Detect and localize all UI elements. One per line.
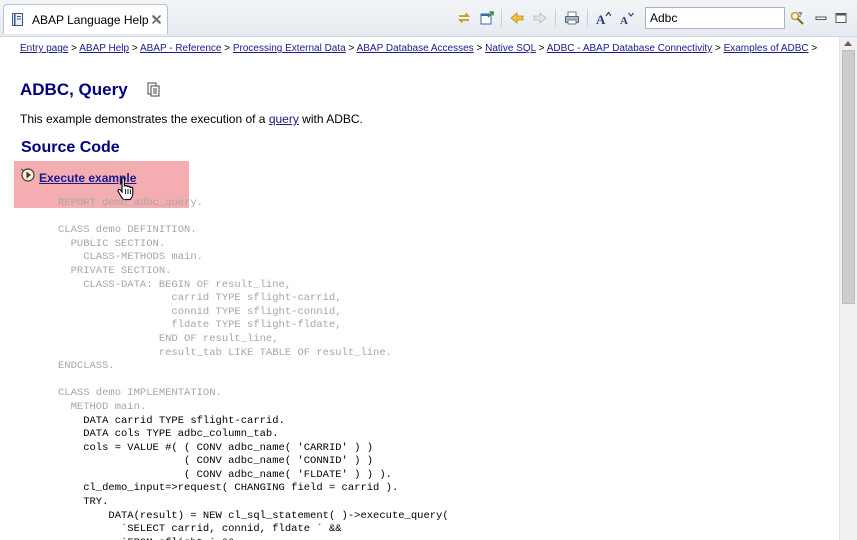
back-button[interactable] bbox=[507, 8, 527, 28]
search-options-icon: ? bbox=[790, 11, 804, 25]
breadcrumb-separator: > bbox=[131, 43, 138, 54]
breadcrumb-link[interactable]: ABAP Database Accesses bbox=[357, 43, 474, 54]
breadcrumb: Entry page > ABAP Help > ABAP - Referenc… bbox=[20, 42, 825, 56]
breadcrumb-separator: > bbox=[538, 43, 545, 54]
minimize-button[interactable] bbox=[811, 8, 831, 28]
breadcrumb-link[interactable]: ADBC - ABAP Database Connectivity bbox=[547, 43, 712, 54]
increase-font-button[interactable]: A bbox=[593, 8, 613, 28]
code-line: REPORT demo_adbc_query. bbox=[58, 197, 203, 209]
execute-icon[interactable] bbox=[20, 167, 36, 183]
increase-font-icon: A bbox=[596, 11, 611, 26]
code-line: PUBLIC SECTION. bbox=[58, 237, 166, 250]
scrollbar-thumb[interactable] bbox=[842, 50, 855, 304]
code-line: DATA cols TYPE adbc_column_tab. bbox=[58, 428, 279, 441]
query-link[interactable]: query bbox=[269, 112, 299, 126]
code-line: `SELECT carrid, connid, fldate ` && bbox=[58, 523, 342, 536]
breadcrumb-link[interactable]: Examples of ADBC bbox=[724, 43, 809, 54]
svg-text:A: A bbox=[596, 12, 606, 26]
code-line: CLASS-METHODS main. bbox=[58, 251, 203, 264]
svg-text:A: A bbox=[620, 15, 628, 26]
breadcrumb-link[interactable]: ABAP - Reference bbox=[140, 43, 222, 54]
toolbar-separator bbox=[555, 9, 556, 27]
decrease-font-icon: A bbox=[620, 12, 634, 26]
section-title-source-code: Source Code bbox=[21, 139, 120, 156]
help-book-icon bbox=[12, 13, 23, 26]
breadcrumb-separator: > bbox=[714, 43, 721, 54]
code-line: carrid TYPE sflight-carrid, bbox=[58, 292, 342, 305]
code-line: CLASS-DATA: BEGIN OF result_line, bbox=[58, 278, 292, 291]
code-line: result_tab LIKE TABLE OF result_line. bbox=[58, 346, 392, 359]
breadcrumb-separator: > bbox=[224, 43, 231, 54]
forward-button[interactable] bbox=[530, 8, 550, 28]
toolbar-separator bbox=[501, 9, 502, 27]
open-in-window-button[interactable] bbox=[477, 8, 497, 28]
minimize-icon bbox=[815, 16, 827, 20]
view-tab-abap-language-help[interactable]: ABAP Language Help bbox=[3, 4, 168, 34]
breadcrumb-separator: > bbox=[71, 43, 77, 54]
code-line: PRIVATE SECTION. bbox=[58, 264, 172, 277]
sync-toc-button[interactable] bbox=[454, 8, 474, 28]
decrease-font-button[interactable]: A bbox=[616, 8, 636, 28]
code-line: cols = VALUE #( ( CONV adbc_name( 'CARRI… bbox=[58, 441, 374, 454]
code-line: DATA(result) = NEW cl_sql_statement( )->… bbox=[58, 509, 449, 522]
code-line: ENDCLASS. bbox=[58, 360, 115, 373]
code-line: TRY. bbox=[58, 496, 109, 509]
vertical-scrollbar[interactable] bbox=[839, 37, 857, 540]
toolbar-separator bbox=[587, 9, 588, 27]
breadcrumb-link[interactable]: ABAP Help bbox=[79, 43, 129, 54]
code-line: CLASS demo IMPLEMENTATION. bbox=[58, 387, 222, 400]
print-icon bbox=[565, 11, 579, 25]
forward-icon bbox=[533, 12, 547, 24]
open-in-new-window-icon bbox=[480, 11, 494, 25]
print-button[interactable] bbox=[562, 8, 582, 28]
source-code-block: REPORT demo_adbc_query. CLASS demo DEFINI… bbox=[58, 197, 449, 540]
page-title: ADBC, Query bbox=[20, 80, 128, 99]
code-line: fldate TYPE sflight-fldate, bbox=[58, 319, 342, 332]
maximize-icon bbox=[835, 13, 847, 23]
code-line: DATA carrid TYPE sflight-carrid. bbox=[58, 414, 285, 427]
breadcrumb-link[interactable]: Entry page bbox=[20, 43, 68, 54]
intro-text: This example demonstrates the execution … bbox=[20, 112, 363, 126]
help-content: Entry page > ABAP Help > ABAP - Referenc… bbox=[0, 37, 839, 540]
view-toolbar: ABAP Language Help A A Adbc ? bbox=[0, 0, 857, 37]
code-line: ( CONV adbc_name( 'CONNID' ) ) bbox=[58, 455, 374, 468]
document-icon[interactable] bbox=[145, 81, 161, 97]
breadcrumb-link[interactable]: Processing External Data bbox=[233, 43, 346, 54]
code-line: ( CONV adbc_name( 'FLDATE' ) ) ). bbox=[58, 468, 392, 481]
search-input[interactable] bbox=[645, 7, 785, 29]
scroll-up-icon[interactable] bbox=[844, 41, 852, 46]
back-icon bbox=[510, 12, 524, 24]
svg-text:?: ? bbox=[798, 12, 802, 19]
code-line: connid TYPE sflight-connid, bbox=[58, 305, 342, 318]
code-line: CLASS demo DEFINITION. bbox=[58, 224, 197, 237]
breadcrumb-link[interactable]: Native SQL bbox=[485, 43, 536, 54]
close-icon[interactable] bbox=[151, 14, 162, 25]
code-line: END OF result_line, bbox=[58, 332, 279, 345]
breadcrumb-separator: > bbox=[476, 43, 483, 54]
view-tab-label: ABAP Language Help bbox=[32, 13, 149, 27]
breadcrumb-separator: > bbox=[348, 43, 355, 54]
breadcrumb-separator: > bbox=[811, 43, 818, 54]
code-line: METHOD main. bbox=[58, 400, 147, 413]
code-line: cl_demo_input=>request( CHANGING field =… bbox=[58, 482, 399, 495]
maximize-button[interactable] bbox=[831, 8, 851, 28]
sync-icon bbox=[457, 12, 471, 24]
search-options-button[interactable]: ? bbox=[787, 8, 807, 28]
